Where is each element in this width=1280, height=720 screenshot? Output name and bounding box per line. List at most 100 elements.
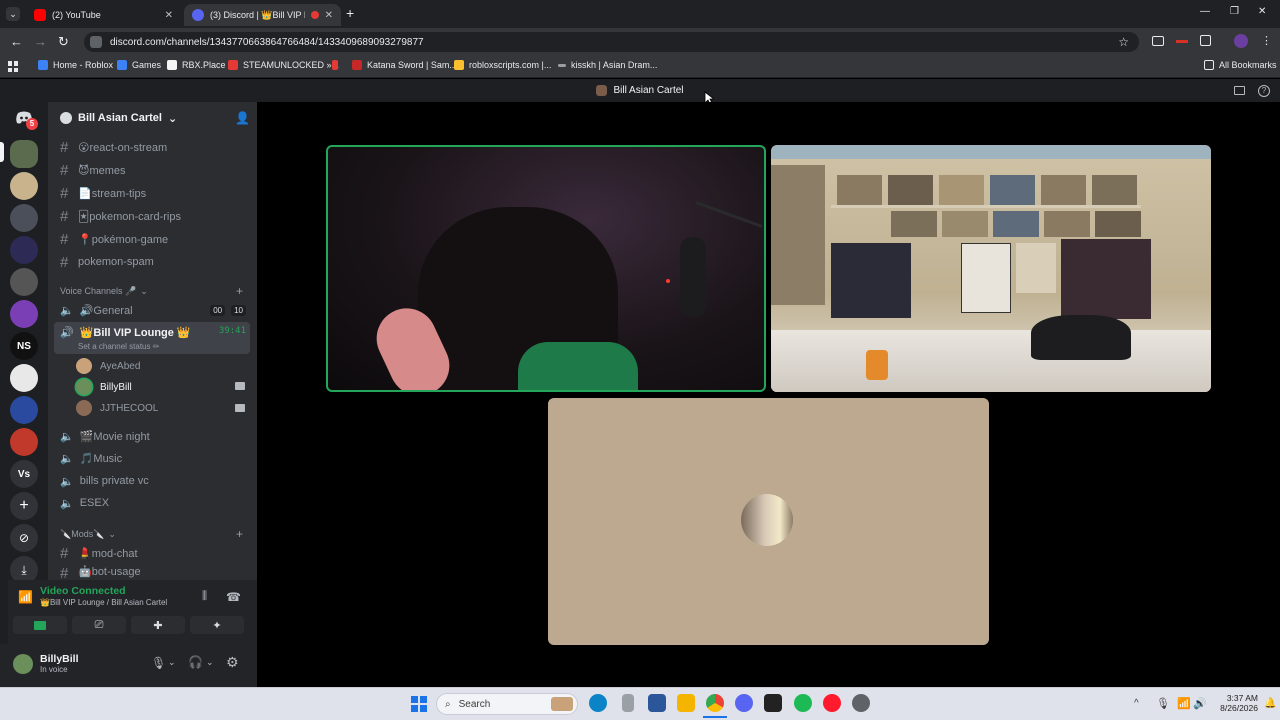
bookmark-item[interactable]	[332, 60, 338, 70]
chevron-down-icon[interactable]: ⌄	[206, 657, 214, 668]
site-info-icon[interactable]	[90, 36, 102, 48]
close-icon[interactable]: ✕	[165, 10, 173, 21]
reload-icon[interactable]: ↻	[58, 34, 69, 50]
video-tile-speaking[interactable]	[326, 145, 766, 392]
channel-mod-chat[interactable]: # 💄mod-chat	[54, 542, 250, 564]
voice-channel-general[interactable]: 🔈 🔊General 00 10	[54, 299, 250, 321]
apps-icon[interactable]	[8, 61, 19, 72]
voice-user-jjthecool[interactable]: JJTHECOOL	[76, 398, 158, 418]
store-icon[interactable]	[648, 694, 666, 712]
settings-gear-icon[interactable]: ⚙	[226, 654, 239, 671]
bookmark-item[interactable]: Katana Sword | Sam...	[352, 60, 457, 70]
new-tab-button[interactable]: +	[346, 5, 354, 21]
server-icon[interactable]	[10, 300, 38, 328]
file-explorer-icon[interactable]	[677, 694, 695, 712]
menu-icon[interactable]: ⋮	[1261, 34, 1272, 47]
tab-search-button[interactable]: ⌄	[6, 7, 20, 21]
restore-icon[interactable]: ❐	[1230, 6, 1239, 17]
star-icon[interactable]: ☆	[1118, 35, 1129, 49]
server-icon[interactable]	[10, 204, 38, 232]
address-bar[interactable]: discord.com/channels/1343770663864766484…	[84, 32, 1139, 52]
server-icon[interactable]	[10, 364, 38, 392]
channel-react-on-stream[interactable]: # 😮react-on-stream	[54, 136, 250, 158]
back-icon[interactable]: ←	[10, 34, 23, 49]
server-icon[interactable]	[10, 236, 38, 264]
voice-channel-esex[interactable]: 🔈 ESEX	[54, 492, 250, 514]
video-tile-room[interactable]	[771, 145, 1211, 392]
server-icon[interactable]	[10, 428, 38, 456]
channel-bot-usage[interactable]: # 🤖bot-usage	[54, 565, 250, 579]
discord-taskbar-icon[interactable]	[735, 694, 753, 712]
wifi-icon[interactable]: 📶	[1177, 697, 1191, 710]
notifications-icon[interactable]: 🔔	[1264, 698, 1276, 709]
taskbar-search[interactable]: ⌕ Search	[436, 693, 578, 715]
create-channel-icon[interactable]: +	[236, 527, 243, 541]
bookmark-item[interactable]: STEAMUNLOCKED »...	[228, 60, 339, 70]
app-icon[interactable]	[764, 694, 782, 712]
screen-share-button[interactable]: ⎚	[72, 616, 126, 634]
server-vs[interactable]: Vs	[10, 460, 38, 488]
invite-people-icon[interactable]: 👤	[235, 111, 250, 125]
video-tile-avatar[interactable]	[548, 398, 989, 645]
channel-stream-tips[interactable]: # 📄stream-tips	[54, 182, 250, 204]
channel-pokemon-card-rips[interactable]: # 🃏pokemon-card-rips	[54, 205, 250, 227]
server-icon[interactable]	[10, 396, 38, 424]
headphones-icon[interactable]: 🎧	[188, 655, 203, 669]
server-icon[interactable]	[10, 172, 38, 200]
channel-status-prompt[interactable]: Set a channel status ✏	[78, 342, 159, 351]
bookmark-item[interactable]: RBX.Place	[167, 60, 226, 70]
channel-pokemon-game[interactable]: # 📍pokémon-game	[54, 228, 250, 250]
volume-icon[interactable]: 🔊	[1193, 697, 1207, 710]
ad-blocker-icon[interactable]	[1176, 40, 1188, 43]
edge-icon[interactable]	[589, 694, 607, 712]
username[interactable]: BillyBill	[40, 653, 79, 665]
opera-icon[interactable]	[823, 694, 841, 712]
server-ns[interactable]: NS	[10, 332, 38, 360]
category-mods[interactable]: 🔪Mods🔪 ⌄	[60, 529, 116, 540]
disconnect-icon[interactable]: ☎	[226, 590, 241, 604]
forward-icon[interactable]: →	[34, 34, 47, 49]
activities-button[interactable]: ✚	[131, 616, 185, 634]
server-bill-asian-cartel[interactable]	[10, 140, 38, 168]
add-server-icon[interactable]: +	[10, 492, 38, 520]
close-icon[interactable]: ✕	[325, 10, 333, 21]
voice-channel-music[interactable]: 🔈 🎵Music	[54, 447, 250, 469]
settings-icon[interactable]	[852, 694, 870, 712]
connection-signal-icon[interactable]: 📶	[18, 590, 33, 604]
window-close-icon[interactable]: ✕	[1258, 6, 1266, 17]
extension-icon[interactable]	[1152, 36, 1164, 46]
clock[interactable]: 3:37 AM 8/26/2026	[1212, 693, 1258, 713]
tab-discord[interactable]: (3) Discord | 👑Bill VIP Lou ✕	[184, 4, 341, 26]
connection-status[interactable]: Video Connected	[40, 585, 126, 597]
all-bookmarks[interactable]: All Bookmarks	[1204, 60, 1277, 70]
category-voice-channels[interactable]: Voice Channels 🎤 ⌄	[60, 286, 148, 297]
windows-start-icon[interactable]	[411, 696, 427, 712]
bookmark-item[interactable]: kisskh | Asian Dram...	[558, 60, 657, 70]
noise-suppression-icon[interactable]: ⫼	[202, 590, 207, 603]
user-avatar[interactable]	[13, 654, 33, 674]
discover-icon[interactable]: ⊘	[10, 524, 38, 552]
chevron-down-icon[interactable]: ⌄	[168, 657, 176, 668]
chevron-up-icon[interactable]: ^	[1134, 698, 1139, 709]
app-icon[interactable]	[622, 694, 634, 712]
profile-avatar[interactable]	[1234, 34, 1248, 48]
minimize-icon[interactable]: —	[1200, 6, 1210, 17]
voice-user-billybill[interactable]: BillyBill	[76, 377, 132, 397]
microphone-icon[interactable]: 🎙	[151, 656, 166, 670]
voice-user-ayeabed[interactable]: AyeAbed	[76, 356, 140, 376]
connection-detail[interactable]: 👑Bill VIP Lounge / Bill Asian Cartel	[40, 598, 167, 607]
channel-memes[interactable]: # 😈memes	[54, 159, 250, 181]
bookmark-item[interactable]: Home - Roblox	[38, 60, 113, 70]
spotify-icon[interactable]	[794, 694, 812, 712]
soundboard-button[interactable]: ✦	[190, 616, 244, 634]
microphone-tray-icon[interactable]: 🎙	[1156, 697, 1170, 710]
chrome-icon[interactable]	[706, 694, 724, 712]
server-icon[interactable]	[10, 268, 38, 296]
extensions-puzzle-icon[interactable]	[1200, 35, 1211, 46]
server-header[interactable]: Bill Asian Cartel ⌄	[48, 102, 257, 134]
bookmark-item[interactable]: robloxscripts.com |...	[454, 60, 551, 70]
tab-youtube[interactable]: (2) YouTube ✕	[26, 4, 181, 26]
bookmark-item[interactable]: Games	[117, 60, 161, 70]
voice-channel-movie-night[interactable]: 🔈 🎬Movie night	[54, 425, 250, 447]
create-channel-icon[interactable]: +	[236, 284, 243, 298]
